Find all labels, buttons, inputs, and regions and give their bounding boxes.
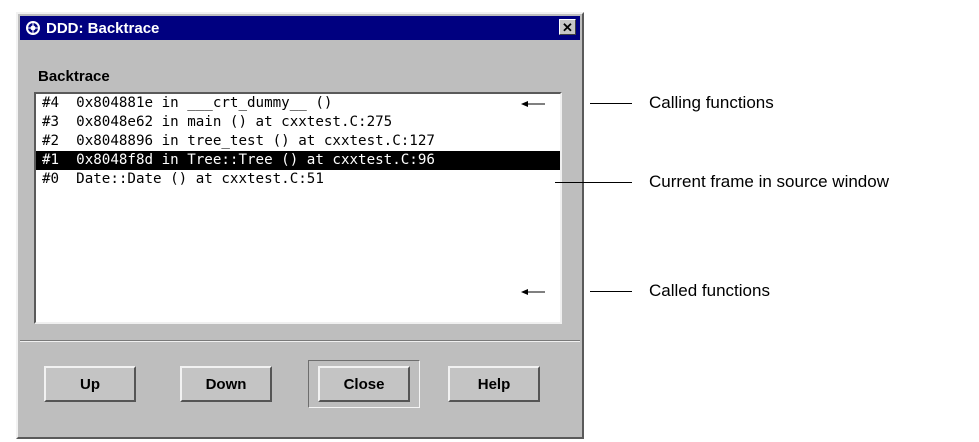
callout-calling-functions: Calling functions bbox=[649, 93, 774, 112]
arrow-called bbox=[521, 289, 545, 295]
callout-line-called bbox=[590, 291, 632, 292]
callout-called-functions: Called functions bbox=[649, 281, 770, 300]
callout-arrows bbox=[521, 101, 545, 295]
callout-line-calling bbox=[590, 103, 632, 104]
arrow-calling bbox=[521, 101, 545, 107]
callout-line-current bbox=[555, 182, 632, 183]
callout-current-frame: Current frame in source window bbox=[649, 172, 889, 191]
